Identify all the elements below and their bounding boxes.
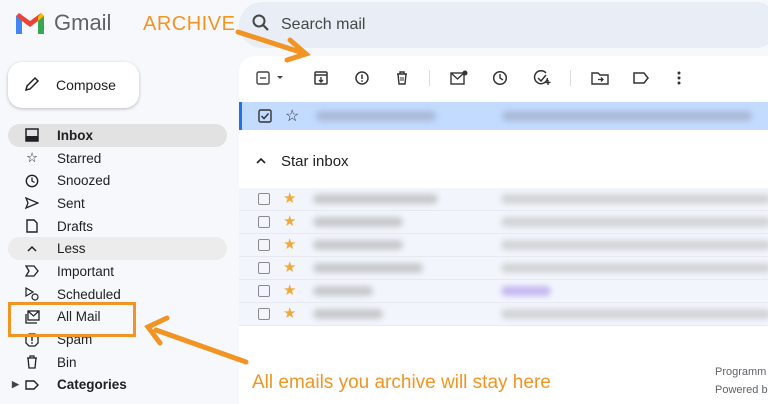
- sidebar-item-label: Categories: [57, 377, 127, 393]
- caret-right-icon[interactable]: ▶: [12, 379, 19, 390]
- scheduled-icon: [24, 286, 40, 302]
- select-checkbox-icon: [256, 71, 283, 85]
- star-icon[interactable]: ★: [283, 259, 296, 277]
- checkbox[interactable]: [258, 193, 270, 205]
- redacted-subject: [501, 217, 768, 227]
- sidebar-item-label: Scheduled: [57, 286, 121, 302]
- archive-icon[interactable]: [312, 69, 330, 87]
- move-to-icon[interactable]: [591, 69, 609, 87]
- sidebar-item-bin[interactable]: Bin: [0, 351, 230, 374]
- gmail-logo-text: Gmail: [54, 10, 112, 35]
- table-row[interactable]: ★: [239, 188, 768, 211]
- sidebar-item-label: Starred: [57, 150, 102, 166]
- star-icon[interactable]: ★: [283, 213, 296, 231]
- footer-powered-by: Powered b: [715, 384, 768, 396]
- star-icon[interactable]: ★: [283, 190, 296, 208]
- snooze-icon[interactable]: [491, 69, 509, 87]
- table-row[interactable]: ★: [239, 211, 768, 234]
- compose-label: Compose: [56, 77, 116, 93]
- search-bar[interactable]: Search mail: [239, 2, 768, 48]
- redacted-subject: [501, 263, 768, 273]
- important-icon: [24, 263, 40, 279]
- checkbox[interactable]: [258, 285, 270, 297]
- checkbox[interactable]: [258, 239, 270, 251]
- compose-button[interactable]: Compose: [8, 62, 139, 108]
- sidebar-item-sent[interactable]: Sent: [0, 192, 230, 215]
- delete-icon[interactable]: [393, 69, 411, 87]
- table-row[interactable]: ★: [239, 303, 768, 326]
- checkbox[interactable]: [258, 216, 270, 228]
- star-icon[interactable]: ★: [283, 282, 296, 300]
- pencil-icon: [24, 76, 40, 95]
- redacted-sender: [313, 309, 383, 319]
- all-mail-highlight: [8, 302, 136, 337]
- sidebar-item-label: Inbox: [57, 127, 93, 143]
- redacted-sender: [316, 111, 436, 121]
- gmail-logo[interactable]: Gmail: [14, 10, 111, 36]
- star-icon[interactable]: ★: [283, 236, 296, 254]
- star-icon[interactable]: ★: [283, 305, 296, 323]
- sidebar-item-label: Snoozed: [57, 173, 111, 189]
- chevron-up-icon[interactable]: [255, 153, 267, 170]
- redacted-sender: [313, 240, 403, 250]
- redacted-sender: [313, 194, 438, 204]
- star-inbox-section[interactable]: Star inbox: [255, 153, 349, 170]
- sidebar-item-drafts[interactable]: Drafts: [0, 215, 230, 238]
- star-icon: ☆: [25, 150, 39, 166]
- selected-email-row[interactable]: ☆: [239, 102, 768, 130]
- table-row[interactable]: ★: [239, 257, 768, 280]
- section-title: Star inbox: [281, 153, 349, 170]
- sidebar-item-label: Important: [57, 263, 115, 279]
- clock-icon: [24, 173, 40, 189]
- redacted-subject: [501, 194, 768, 204]
- table-row[interactable]: ★: [239, 234, 768, 257]
- inbox-icon: [24, 127, 40, 143]
- redacted-subject: [502, 111, 752, 121]
- label-icon: [24, 377, 40, 393]
- checked-checkbox-icon[interactable]: [258, 109, 272, 128]
- gmail-m-icon: [16, 13, 44, 34]
- sidebar-item-label: Drafts: [57, 218, 94, 234]
- draft-icon: [24, 218, 40, 234]
- checkbox[interactable]: [258, 262, 270, 274]
- select-dropdown[interactable]: [256, 69, 286, 87]
- bin-icon: [24, 354, 40, 370]
- all-mail-annotation: All emails you archive will stay here: [252, 372, 551, 393]
- footer-program-policies[interactable]: Programm: [715, 366, 766, 378]
- sidebar-item-starred[interactable]: ☆ Starred: [0, 147, 230, 170]
- redacted-subject: [501, 309, 768, 319]
- sidebar-item-label: Bin: [57, 354, 77, 370]
- search-input[interactable]: Search mail: [281, 16, 365, 34]
- star-outline-icon[interactable]: ☆: [285, 106, 299, 126]
- more-options-icon[interactable]: [670, 69, 688, 87]
- label-as-icon[interactable]: [632, 69, 650, 87]
- sidebar-item-less[interactable]: Less: [8, 237, 227, 261]
- toolbar-divider: [429, 70, 430, 86]
- checkbox[interactable]: [258, 308, 270, 320]
- sidebar-nav: Inbox ☆ Starred Snoozed Sent Drafts Less…: [0, 124, 230, 396]
- redacted-subject: [501, 240, 768, 250]
- sidebar-item-label: Sent: [57, 195, 85, 211]
- sidebar-item-snoozed[interactable]: Snoozed: [0, 169, 230, 192]
- redacted-sender: [313, 263, 423, 273]
- toolbar-divider: [570, 70, 571, 86]
- toolbar: [239, 56, 768, 100]
- sidebar-item-label: Less: [57, 241, 86, 257]
- sidebar-item-categories[interactable]: ▶ Categories: [0, 374, 230, 397]
- add-task-icon[interactable]: [533, 69, 551, 87]
- sidebar-item-inbox[interactable]: Inbox: [8, 124, 227, 147]
- report-spam-icon[interactable]: [353, 69, 371, 87]
- redacted-sender: [313, 286, 373, 296]
- send-icon: [24, 195, 40, 211]
- redacted-sender: [313, 217, 403, 227]
- sidebar-item-important[interactable]: Important: [0, 260, 230, 283]
- mark-unread-icon[interactable]: [450, 69, 468, 87]
- archive-annotation: ARCHIVE: [143, 13, 236, 35]
- table-row[interactable]: ★: [239, 280, 768, 303]
- search-icon[interactable]: [251, 13, 271, 38]
- mail-panel: ☆ Star inbox ★ ★ ★ ★ ★ ★ Programm Powere…: [239, 56, 768, 404]
- chevron-up-icon: [24, 241, 40, 257]
- redacted-badge: [501, 286, 551, 296]
